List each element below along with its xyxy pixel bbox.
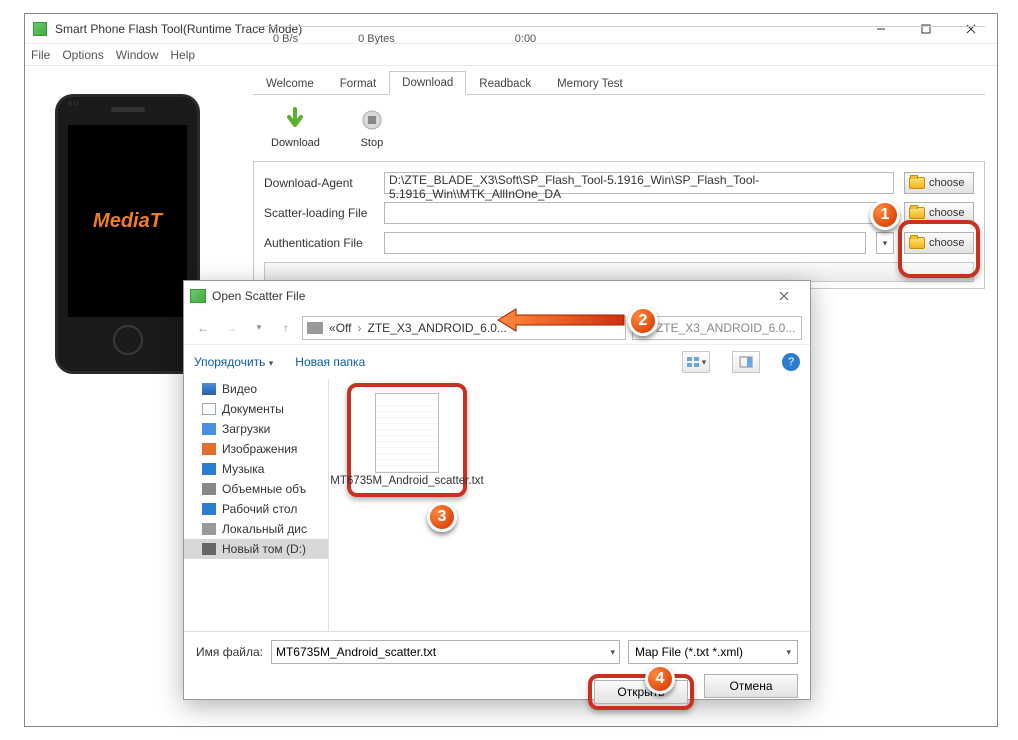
- status-bytes: 0 Bytes: [358, 33, 395, 45]
- scatter-label: Scatter-loading File: [264, 206, 374, 220]
- annotation-badge-1: 1: [870, 200, 900, 230]
- folder-icon: [909, 177, 925, 189]
- phone-home-button: [113, 325, 143, 355]
- menu-help[interactable]: Help: [170, 48, 195, 62]
- organize-menu[interactable]: Упорядочить ▾: [194, 355, 273, 369]
- dialog-title: Open Scatter File: [212, 289, 764, 303]
- tree-downloads[interactable]: Загрузки: [184, 419, 328, 439]
- tree-documents[interactable]: Документы: [184, 399, 328, 419]
- tree-desktop[interactable]: Рабочий стол: [184, 499, 328, 519]
- view-mode-button[interactable]: ▾: [682, 351, 710, 373]
- auth-label: Authentication File: [264, 236, 374, 250]
- chevron-down-icon: ▾: [269, 358, 274, 368]
- tab-memory-test[interactable]: Memory Test: [544, 72, 636, 95]
- nav-forward-button[interactable]: →: [220, 317, 242, 339]
- download-label: Download: [271, 137, 320, 149]
- file-list[interactable]: MT6735M_Android_scatter.txt: [329, 379, 810, 631]
- open-scatter-dialog: Open Scatter File ← → ▾ ↑ « Off › ZTE_X3…: [183, 280, 811, 700]
- auth-input[interactable]: [384, 232, 866, 254]
- annotation-badge-3: 3: [427, 502, 457, 532]
- chevron-down-icon: ▾: [786, 647, 791, 658]
- auth-choose-button[interactable]: choose: [904, 232, 974, 254]
- da-input[interactable]: D:\ZTE_BLADE_X3\Soft\SP_Flash_Tool-5.191…: [384, 172, 894, 194]
- folder-icon: [909, 207, 925, 219]
- menu-options[interactable]: Options: [62, 48, 103, 62]
- crumb-item[interactable]: ZTE_X3_ANDROID_6.0...: [367, 321, 506, 335]
- tab-format[interactable]: Format: [327, 72, 389, 95]
- file-item-scatter[interactable]: MT6735M_Android_scatter.txt: [347, 383, 467, 497]
- tab-readback[interactable]: Readback: [466, 72, 544, 95]
- tabs-row: Welcome Format Download Readback Memory …: [253, 70, 985, 95]
- tree-volumes[interactable]: Объемные объ: [184, 479, 328, 499]
- annotation-arrow: [498, 307, 628, 340]
- nav-up-button[interactable]: ↑: [276, 317, 296, 339]
- crumb-prefix: «: [329, 321, 336, 335]
- auth-dropdown[interactable]: ▾: [876, 232, 894, 254]
- stop-button[interactable]: Stop: [358, 107, 386, 149]
- filetype-select[interactable]: Map File (*.txt *.xml) ▾: [628, 640, 798, 664]
- annotation-badge-4: 4: [645, 664, 675, 694]
- annotation-box-open: Открыть: [588, 674, 694, 710]
- tab-download[interactable]: Download: [389, 71, 466, 95]
- file-name: MT6735M_Android_scatter.txt: [330, 475, 483, 487]
- preview-pane-button[interactable]: [732, 351, 760, 373]
- dialog-close-button[interactable]: [764, 284, 804, 308]
- da-choose-button[interactable]: choose: [904, 172, 974, 194]
- download-button[interactable]: Download: [271, 107, 320, 149]
- nav-history-dropdown[interactable]: ▾: [248, 317, 270, 339]
- drive-icon: [307, 322, 323, 334]
- scatter-input[interactable]: [384, 202, 894, 224]
- help-button[interactable]: ?: [782, 353, 800, 371]
- tab-welcome[interactable]: Welcome: [253, 72, 327, 95]
- phone-bm-label: BM: [68, 101, 79, 108]
- dialog-app-icon: [190, 289, 206, 303]
- status-time: 0:00: [515, 33, 536, 45]
- tree-new-volume[interactable]: Новый том (D:): [184, 539, 328, 559]
- phone-screen: MediaT: [68, 125, 187, 317]
- folder-tree: Видео Документы Загрузки Изображения Муз…: [184, 379, 329, 631]
- stop-icon: [358, 107, 386, 133]
- app-icon: [33, 22, 47, 36]
- crumb-item[interactable]: Off: [336, 321, 352, 335]
- text-file-icon: [375, 393, 439, 473]
- da-label: Download-Agent: [264, 176, 374, 190]
- chevron-down-icon: ▾: [883, 238, 888, 249]
- filename-input[interactable]: MT6735M_Android_scatter.txt ▾: [271, 640, 620, 664]
- annotation-badge-2: 2: [628, 306, 658, 336]
- nav-back-button[interactable]: ←: [192, 317, 214, 339]
- download-arrow-icon: [281, 107, 309, 133]
- phone-brand-text: MediaT: [93, 210, 162, 233]
- tree-images[interactable]: Изображения: [184, 439, 328, 459]
- statusbar: 0 B/s 0 Bytes 0:00: [253, 26, 985, 50]
- partition-list-header: [264, 262, 974, 282]
- tree-music[interactable]: Музыка: [184, 459, 328, 479]
- tree-local-disk[interactable]: Локальный дис: [184, 519, 328, 539]
- stop-label: Stop: [361, 137, 384, 149]
- folder-icon: [909, 237, 925, 249]
- phone-mock: BM MediaT: [55, 94, 200, 374]
- filename-label: Имя файла:: [196, 645, 263, 659]
- status-speed: 0 B/s: [273, 33, 298, 45]
- chevron-down-icon: ▾: [610, 647, 615, 658]
- menu-file[interactable]: File: [31, 48, 50, 62]
- tree-video[interactable]: Видео: [184, 379, 328, 399]
- scatter-choose-button[interactable]: choose: [904, 202, 974, 224]
- chevron-down-icon: ▾: [702, 357, 707, 368]
- new-folder-button[interactable]: Новая папка: [295, 355, 365, 369]
- cancel-button[interactable]: Отмена: [704, 674, 798, 698]
- menu-window[interactable]: Window: [116, 48, 159, 62]
- chevron-right-icon: ›: [357, 321, 361, 335]
- phone-speaker: [111, 107, 145, 112]
